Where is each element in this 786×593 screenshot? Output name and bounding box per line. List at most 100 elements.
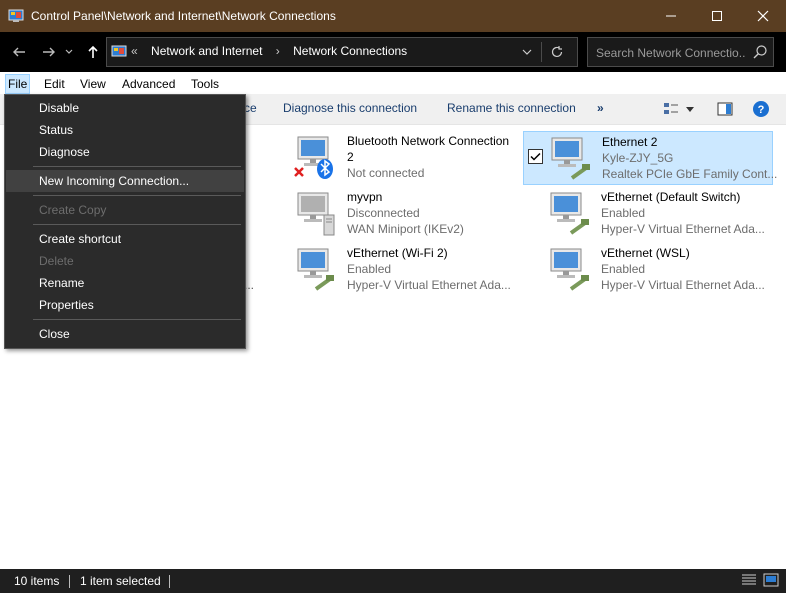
breadcrumb: « Network and Internet › Network Connect… [131,44,417,58]
connection-name: myvpn [347,190,383,204]
ethernet-connection-icon [550,192,589,235]
recent-locations-button[interactable] [62,41,76,63]
refresh-icon [551,46,563,58]
connection-myvpn[interactable]: myvpn Disconnected WAN Miniport (IKEv2) [280,187,528,239]
ethernet-connection-icon [550,248,589,291]
menu-item-disable[interactable]: Disable [6,97,244,119]
back-arrow-icon [13,47,25,57]
title-bar: Control Panel\Network and Internet\Netwo… [0,0,786,32]
connection-device: Hyper-V Virtual Ethernet Ada... [601,222,765,236]
breadcrumb-overflow[interactable]: « [131,44,138,58]
menu-bar: File Edit View Advanced Tools [0,72,786,94]
connection-name-continued: 2 [347,150,354,164]
menu-item-delete: Delete [39,254,74,268]
menu-item-create-copy: Create Copy [39,203,107,217]
refresh-button[interactable] [548,43,566,61]
search-icon[interactable] [752,44,768,60]
up-arrow-icon [88,45,98,58]
menu-item-create-shortcut[interactable]: Create shortcut [6,228,244,250]
breadcrumb-separator-icon: › [275,44,280,58]
menu-item-close[interactable]: Close [6,323,244,345]
checkmark-icon [530,152,541,161]
more-commands-button[interactable]: » [597,101,604,115]
help-button[interactable]: ? [752,100,770,118]
vpn-connection-icon [297,192,335,236]
menu-item-status[interactable]: Status [6,119,244,141]
divider [169,575,170,588]
connection-name: Bluetooth Network Connection [347,134,510,148]
close-button[interactable] [740,0,786,32]
connection-vethernet-wsl[interactable]: vEthernet (WSL) Enabled Hyper-V Virtual … [523,243,771,295]
connection-device: WAN Miniport (IKEv2) [347,222,464,236]
navigation-bar: « Network and Internet › Network Connect… [0,32,786,72]
chevron-down-icon [65,49,73,54]
address-history-button[interactable] [518,44,536,60]
connection-status: Enabled [601,262,646,276]
divider [69,575,70,588]
connection-ethernet-2[interactable]: Ethernet 2 Kyle-ZJY_5G Realtek PCIe GbE … [523,131,777,185]
connection-name: vEthernet (Default Switch) [601,190,741,204]
connection-vethernet-wifi-2[interactable]: vEthernet (Wi-Fi 2) Enabled Hyper-V Virt… [280,243,528,295]
menu-item-new-incoming-connection[interactable]: New Incoming Connection... [6,170,244,192]
connection-name: vEthernet (Wi-Fi 2) [347,246,448,260]
address-bar[interactable]: « Network and Internet › Network Connect… [106,37,578,67]
connection-status: Not connected [347,166,425,180]
close-icon [757,10,769,22]
minimize-button[interactable] [648,0,694,32]
breadcrumb-network-and-internet[interactable]: Network and Internet [151,44,262,58]
diagnose-connection-button[interactable]: Diagnose this connection [283,101,417,115]
breadcrumb-network-connections[interactable]: Network Connections [293,44,407,58]
search-input[interactable] [594,43,748,62]
up-button[interactable] [82,41,104,63]
help-icon: ? [753,101,769,117]
menu-separator [33,319,241,320]
status-bar: 10 items 1 item selected [0,569,786,593]
large-icons-view-icon[interactable] [763,573,779,587]
connection-status: Enabled [347,262,392,276]
window-title: Control Panel\Network and Internet\Netwo… [31,9,336,23]
ethernet-connection-icon [551,137,590,180]
bluetooth-connection-icon [294,136,333,179]
back-button[interactable] [8,41,30,63]
caret-down-icon [686,107,694,112]
menu-tools[interactable]: Tools [189,75,221,93]
svg-text:?: ? [758,104,765,116]
connection-bluetooth-network-connection-2[interactable]: Bluetooth Network Connection 2 Not conne… [280,131,528,183]
preview-pane-icon [717,102,733,116]
maximize-icon [712,11,722,21]
rename-connection-button[interactable]: Rename this connection [447,101,576,115]
search-box [587,37,774,67]
maximize-button[interactable] [694,0,740,32]
ethernet-connection-icon [297,248,334,291]
item-checkbox[interactable] [528,149,543,164]
menu-edit[interactable]: Edit [42,75,67,93]
change-view-button[interactable] [662,100,680,118]
details-view-icon[interactable] [741,573,757,587]
forward-button[interactable] [38,41,60,63]
connection-status: Enabled [601,206,646,220]
menu-separator [33,166,241,167]
menu-view[interactable]: View [78,75,108,93]
connection-device: Hyper-V Virtual Ethernet Ada... [601,278,765,292]
preview-pane-button[interactable] [716,100,734,118]
menu-file[interactable]: File [5,74,31,94]
control-panel-icon [8,9,24,22]
connection-device: Realtek PCIe GbE Family Cont... [602,167,778,181]
connection-vethernet-default-switch[interactable]: vEthernet (Default Switch) Enabled Hyper… [523,187,771,239]
view-dropdown-button[interactable] [683,100,697,118]
menu-advanced[interactable]: Advanced [120,75,177,93]
forward-arrow-icon [43,47,55,57]
menu-item-diagnose[interactable]: Diagnose [6,141,244,163]
file-menu-dropdown: Disable Status Diagnose New Incoming Con… [4,94,246,349]
connection-name: Ethernet 2 [602,135,658,149]
chevron-down-icon [522,49,532,55]
menu-separator [33,224,241,225]
connection-name: vEthernet (WSL) [601,246,690,260]
menu-separator [33,195,241,196]
control-panel-icon [111,45,127,57]
selection-count: 1 item selected [80,574,161,588]
menu-item-rename[interactable]: Rename [6,272,244,294]
view-options-icon [664,103,678,114]
item-count: 10 items [14,574,60,588]
menu-item-properties[interactable]: Properties [6,294,244,316]
